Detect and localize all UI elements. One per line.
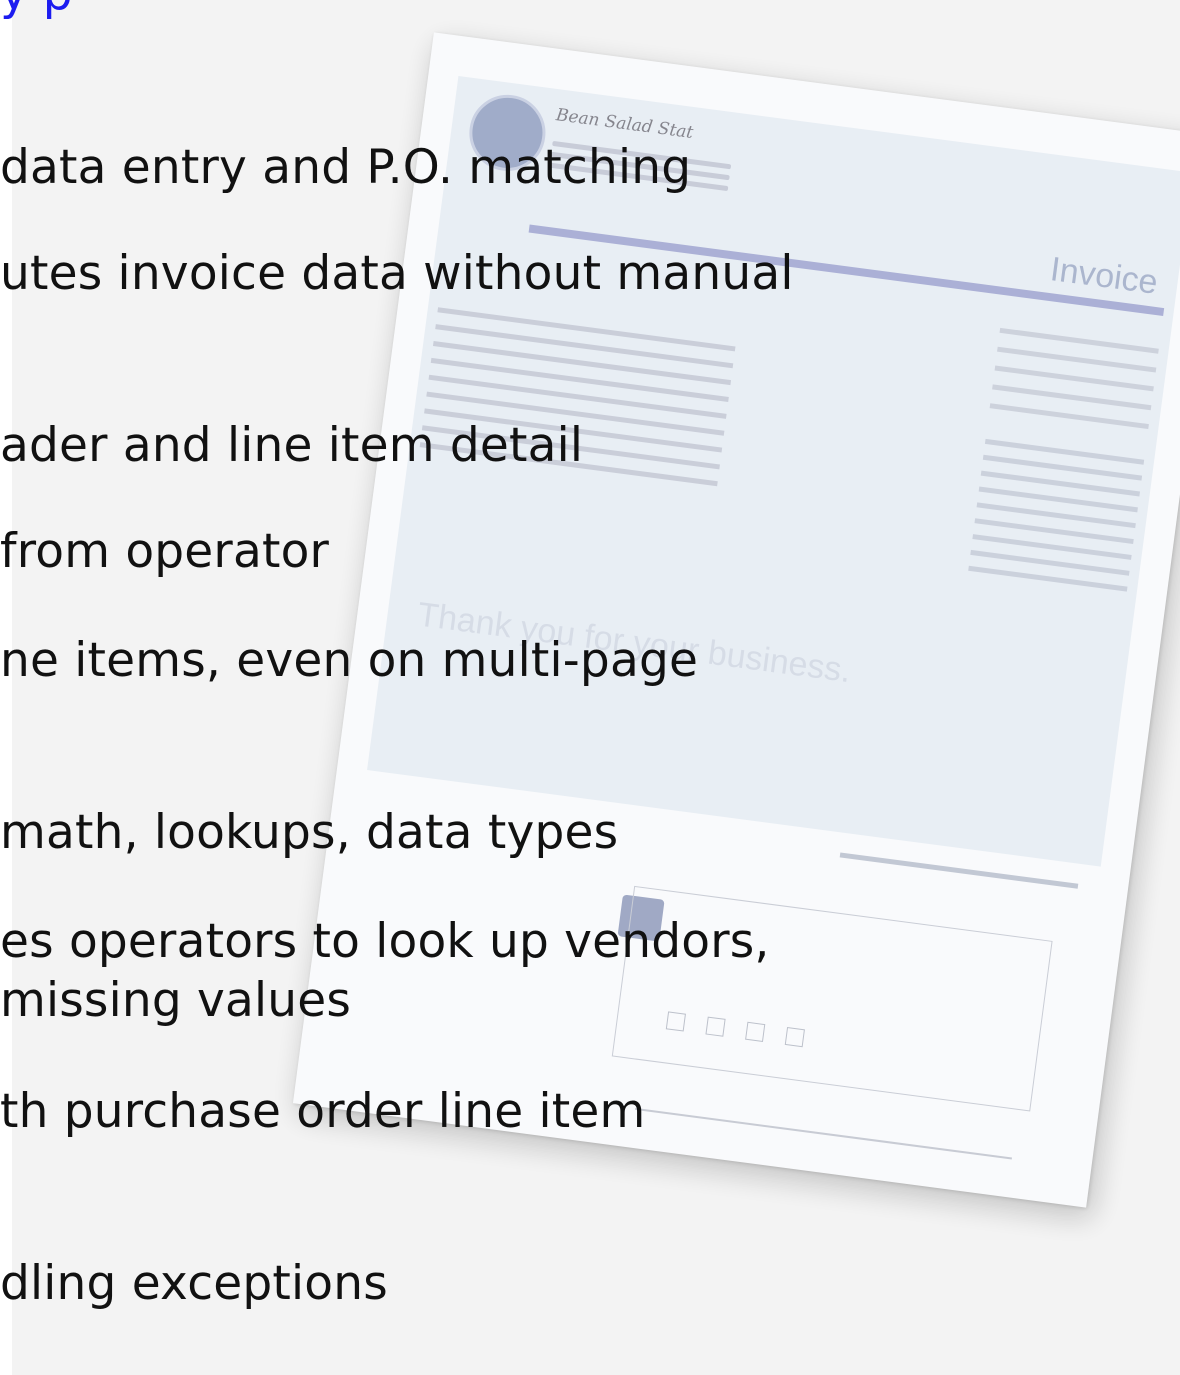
bullet-line-2: utes invoice data without manual xyxy=(0,246,794,301)
bullet-line-8: missing values xyxy=(0,973,352,1028)
bullet-line-6: math, lookups, data types xyxy=(0,805,619,860)
bullet-line-1: data entry and P.O. matching xyxy=(0,140,692,195)
bullet-text-area: y p data entry and P.O. matching utes in… xyxy=(0,0,1180,1375)
bullet-line-10: dling exceptions xyxy=(0,1256,388,1311)
bullet-line-5: ne items, even on multi-page xyxy=(0,633,699,688)
bullet-line-7: es operators to look up vendors, xyxy=(0,914,770,969)
bullet-line-3: ader and line item detail xyxy=(0,418,584,473)
bullet-line-9: th purchase order line item xyxy=(0,1084,646,1139)
bullet-line-4: from operator xyxy=(0,524,330,579)
slide-heading: y p xyxy=(0,0,73,22)
